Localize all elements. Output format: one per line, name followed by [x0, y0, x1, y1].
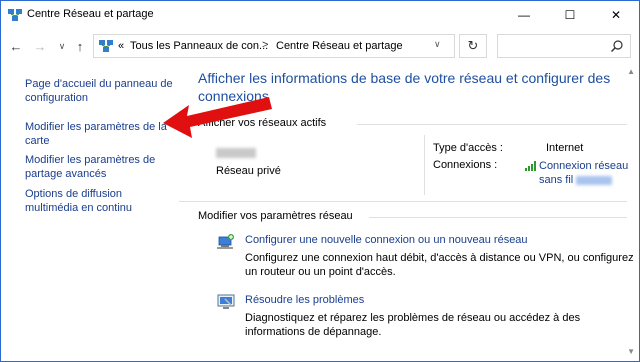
network-divider [424, 135, 425, 195]
minimize-button[interactable]: — [501, 1, 547, 29]
window: Centre Réseau et partage — ☐ ✕ ← → ∨ ↑ «… [0, 0, 640, 362]
wifi-connection-link[interactable]: Connexion réseau sans fil [539, 159, 628, 187]
recent-locations-chevron-icon[interactable]: ∨ [53, 37, 71, 55]
new-connection-icon [217, 234, 234, 249]
address-dropdown-chevron-icon[interactable]: ∨ [434, 39, 441, 50]
breadcrumb-network-center[interactable]: Centre Réseau et partage [276, 40, 403, 52]
change-settings-title: Modifier vos paramètres réseau [198, 210, 353, 222]
annotation-arrow-icon [163, 97, 272, 138]
title-bar: Centre Réseau et partage — ☐ ✕ [1, 1, 639, 29]
section-divider [179, 201, 627, 202]
ssid-redacted [576, 175, 613, 185]
section-divider [369, 217, 627, 218]
sidebar-item-media-streaming[interactable]: Options de diffusion multimédia en conti… [25, 187, 175, 215]
network-center-app-icon [8, 9, 22, 21]
scroll-up-arrow-icon[interactable]: ▲ [627, 67, 635, 76]
up-arrow-icon[interactable]: ↑ [71, 37, 89, 55]
sidebar-item-advanced-sharing[interactable]: Modifier les paramètres de partage avanc… [25, 153, 175, 181]
close-button[interactable]: ✕ [593, 1, 639, 29]
window-title: Centre Réseau et partage [27, 8, 154, 20]
sidebar-item-control-panel-home[interactable]: Page d'accueil du panneau de configurati… [25, 77, 175, 105]
control-panel-icon [99, 40, 113, 52]
search-icon [611, 40, 623, 52]
left-pane: Page d'accueil du panneau de configurati… [1, 63, 179, 361]
wifi-connection-link-line1[interactable]: Connexion réseau [539, 160, 628, 172]
access-type-value: Internet [546, 142, 584, 154]
wifi-connection-link-line2[interactable]: sans fil [539, 174, 573, 186]
access-type-label: Type d'accès : [433, 142, 503, 154]
breadcrumb-overflow[interactable]: « [118, 40, 124, 52]
connections-label: Connexions : [433, 159, 498, 171]
forward-arrow-icon[interactable]: → [31, 37, 49, 55]
troubleshoot-link[interactable]: Résoudre les problèmes [245, 294, 364, 306]
navigation-bar: ← → ∨ ↑ « Tous les Panneaux de con... > … [1, 29, 639, 63]
setup-connection-description: Configurez une connexion haut débit, d'a… [245, 252, 634, 278]
maximize-button[interactable]: ☐ [547, 1, 593, 29]
breadcrumb-separator[interactable]: > [262, 39, 268, 51]
network-type: Réseau privé [216, 165, 281, 177]
troubleshoot-icon [217, 294, 235, 309]
scroll-down-arrow-icon[interactable]: ▼ [627, 347, 635, 356]
wifi-signal-icon [525, 161, 536, 171]
section-divider [357, 124, 627, 125]
network-name-redacted [216, 148, 256, 158]
setup-connection-link[interactable]: Configurer une nouvelle connexion ou un … [245, 234, 528, 246]
search-input[interactable] [497, 34, 631, 58]
back-arrow-icon[interactable]: ← [7, 37, 25, 55]
address-bar[interactable]: « Tous les Panneaux de con... > Centre R… [93, 34, 455, 58]
troubleshoot-description: Diagnostiquez et réparez les problèmes d… [245, 312, 581, 338]
sidebar-item-adapter-settings[interactable]: Modifier les paramètres de la carte [25, 120, 175, 148]
refresh-button[interactable]: ↻ [459, 34, 487, 58]
breadcrumb-all-control-panel[interactable]: Tous les Panneaux de con... [130, 40, 268, 52]
